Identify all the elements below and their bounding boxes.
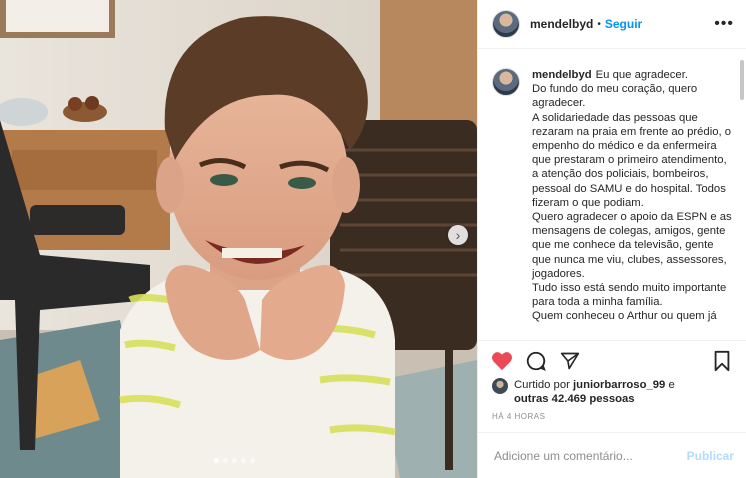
header-separator: •	[597, 18, 601, 30]
more-options-icon[interactable]: •••	[714, 15, 734, 33]
caption-author-avatar[interactable]	[492, 68, 520, 96]
likes-middle: e	[665, 379, 675, 391]
caption-scrollbar[interactable]	[740, 60, 744, 100]
paper-plane-icon[interactable]	[558, 349, 582, 373]
likes-others[interactable]: outras 42.469 pessoas	[514, 393, 635, 405]
comment-form: Publicar	[478, 432, 746, 478]
caption-username[interactable]: mendelbyd	[532, 69, 592, 81]
carousel-dot	[214, 458, 219, 463]
heart-filled-icon[interactable]	[490, 349, 514, 373]
post-photo[interactable]: ›	[0, 0, 477, 478]
author-username[interactable]: mendelbyd	[530, 17, 593, 31]
publish-button[interactable]: Publicar	[687, 449, 734, 463]
chevron-right-icon: ›	[455, 227, 461, 243]
likes-summary: Curtido por juniorbarroso_99 e outras 42…	[492, 378, 737, 406]
photo-illustration	[0, 0, 477, 478]
instagram-post: › mendelbyd • Seguir ••• mendelbyd Eu que…	[0, 0, 746, 478]
post-header: mendelbyd • Seguir •••	[478, 0, 746, 49]
caption-section: mendelbyd Eu que agradecer. Do fundo do m…	[478, 57, 733, 340]
post-timestamp[interactable]: HÁ 4 HORAS	[492, 412, 545, 421]
likes-prefix: Curtido por	[514, 379, 574, 391]
next-photo-button[interactable]: ›	[448, 225, 468, 245]
carousel-dot	[223, 458, 228, 463]
caption: mendelbyd Eu que agradecer. Do fundo do m…	[532, 68, 733, 340]
caption-text: Eu que agradecer. Do fundo do meu coraçã…	[532, 69, 732, 323]
comment-icon[interactable]	[524, 349, 548, 373]
likes-text: Curtido por juniorbarroso_99 e outras 42…	[514, 378, 675, 406]
carousel-dot	[250, 458, 255, 463]
action-bar	[478, 340, 746, 380]
author-avatar[interactable]	[492, 10, 520, 38]
post-side-panel: mendelbyd • Seguir ••• mendelbyd Eu que a…	[477, 0, 746, 478]
follow-button[interactable]: Seguir	[605, 17, 642, 31]
carousel-dot	[232, 458, 237, 463]
comment-input[interactable]	[492, 447, 687, 464]
carousel-indicator	[214, 458, 255, 463]
liker-username[interactable]: juniorbarroso_99	[573, 379, 665, 391]
carousel-dot	[241, 458, 246, 463]
bookmark-icon[interactable]	[710, 349, 734, 373]
liker-avatar[interactable]	[492, 378, 508, 394]
